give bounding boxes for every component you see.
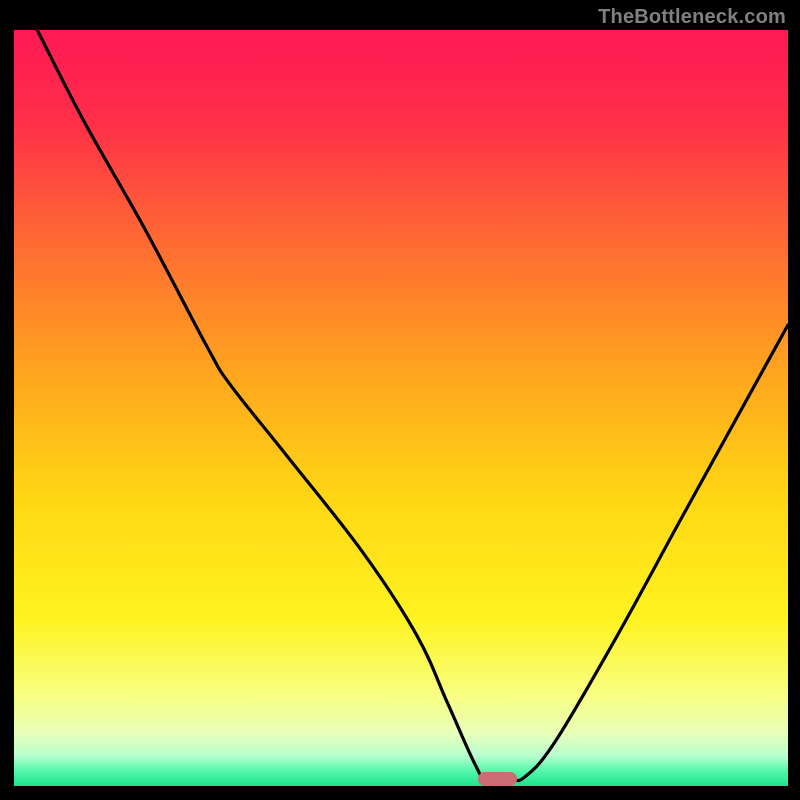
plot-gradient-background — [14, 30, 788, 786]
attribution-text: TheBottleneck.com — [598, 6, 786, 29]
optimal-point-marker — [478, 772, 517, 786]
chart-frame: TheBottleneck.com — [0, 0, 800, 800]
